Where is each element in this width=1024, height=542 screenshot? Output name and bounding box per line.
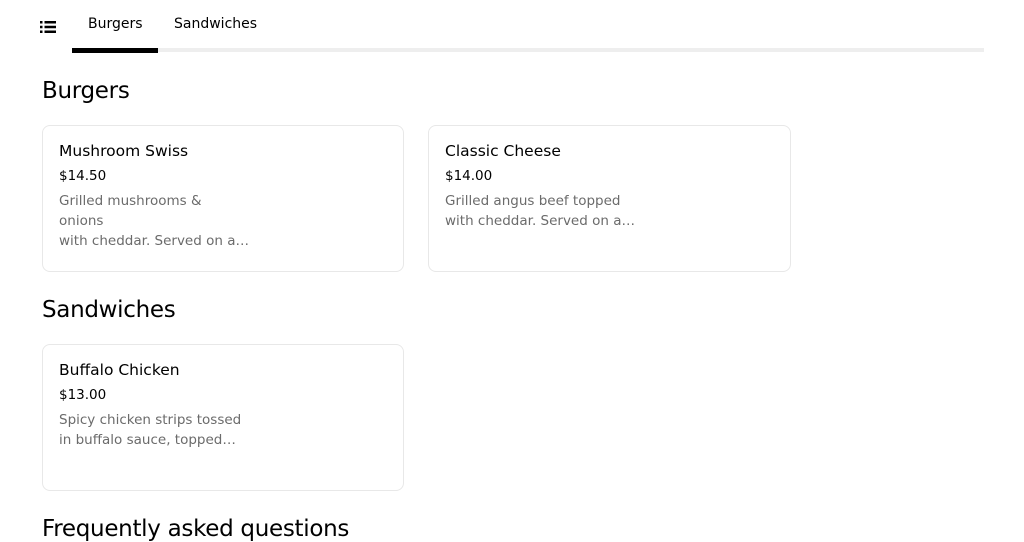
menu-item-description: Spicy chicken strips tossed in buffalo s… (59, 412, 242, 448)
section-title-burgers: Burgers (42, 78, 130, 104)
category-tab-bar: Burgers Sandwiches (0, 0, 1024, 53)
menu-item-card[interactable]: Buffalo Chicken $13.00 Spicy chicken str… (42, 344, 404, 491)
tab-burgers[interactable]: Burgers (72, 0, 158, 53)
menu-item-description: Grilled mushrooms & onions with cheddar.… (59, 193, 249, 249)
menu-item-card[interactable]: Classic Cheese $14.00 Grilled angus beef… (428, 125, 791, 272)
menu-item-name: Mushroom Swiss (59, 142, 189, 160)
menu-item-name: Buffalo Chicken (59, 361, 180, 379)
list-icon[interactable] (40, 19, 56, 33)
menu-item-price: $13.00 (59, 387, 107, 403)
menu-item-price: $14.00 (445, 168, 493, 184)
section-title-sandwiches: Sandwiches (42, 297, 176, 323)
menu-item-card[interactable]: Mushroom Swiss $14.50 Grilled mushrooms … (42, 125, 404, 272)
section-title-faq: Frequently asked questions (42, 516, 350, 542)
menu-item-name: Classic Cheese (445, 142, 561, 160)
menu-item-price: $14.50 (59, 168, 107, 184)
tab-sandwiches[interactable]: Sandwiches (158, 0, 272, 53)
menu-item-description: Grilled angus beef topped with cheddar. … (445, 193, 635, 229)
